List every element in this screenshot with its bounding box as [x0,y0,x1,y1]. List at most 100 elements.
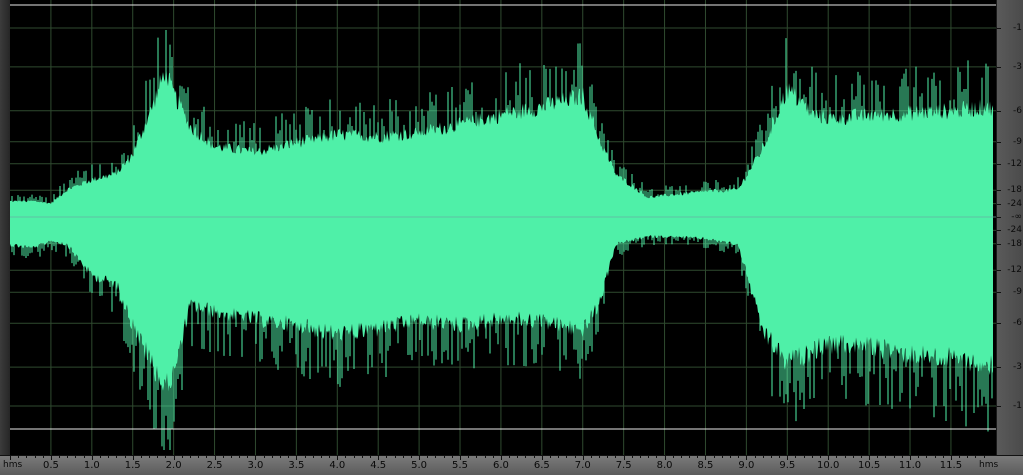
time-tick [386,456,387,458]
time-tick [354,456,355,458]
time-tick [92,456,93,460]
time-tick-label: 1.0 [83,460,100,471]
time-tick [370,456,371,458]
time-tick [280,456,281,458]
time-tick [35,456,36,458]
time-tick-label: 6.5 [533,460,550,471]
time-tick-label: 1.5 [124,460,141,471]
db-tick [997,217,1001,218]
time-tick [975,456,976,458]
db-tick [997,204,1001,205]
time-tick [460,456,461,460]
db-ruler: -1 -3 -6 -9 -12 -18 -24 -∞ -24 -18 -12 -9 -6 -3 -1 [996,0,1023,455]
time-tick [853,456,854,458]
time-tick [329,456,330,458]
time-tick [305,456,306,458]
db-tick [997,164,1001,165]
db-tick-label: -3 [1013,362,1022,373]
time-tick [591,456,592,458]
time-tick [321,456,322,458]
time-tick [476,456,477,458]
time-tick [182,456,183,458]
time-tick [255,456,256,460]
time-tick [714,456,715,458]
time-tick [959,456,960,458]
db-tick-label: -9 [1013,287,1022,298]
time-tick [51,456,52,460]
time-tick [84,456,85,458]
db-tick [997,406,1001,407]
time-tick [427,456,428,458]
time-tick-label: 2.0 [165,460,182,471]
db-tick-label: -∞ [1011,212,1022,222]
time-tick [624,456,625,460]
time-tick [705,456,706,460]
time-tick-label: 2.5 [206,460,223,471]
time-tick [206,456,207,458]
time-tick [894,456,895,458]
time-tick [485,456,486,458]
time-tick [599,456,600,458]
db-tick-label: -6 [1013,318,1022,329]
time-tick [984,456,985,458]
time-tick [550,456,551,458]
time-tick [517,456,518,458]
time-ruler[interactable]: hms hms 0.5 1.0 1.5 2.0 2.5 3.0 3.5 4.0 4.5 5.0 5.… [0,455,1023,475]
time-tick [378,456,379,460]
time-tick [558,456,559,458]
time-tick [861,456,862,458]
time-tick [730,456,731,458]
time-tick [697,456,698,458]
time-tick [75,456,76,458]
db-tick-label: -1 [1013,23,1022,34]
time-tick [681,456,682,458]
time-tick-label: 5.5 [452,460,468,471]
time-tick [910,456,911,460]
db-tick [997,270,1001,271]
time-tick [468,456,469,458]
time-tick [419,456,420,460]
time-tick [223,456,224,458]
time-tick [804,456,805,458]
time-tick [534,456,535,458]
time-tick [869,456,870,460]
db-tick [997,67,1001,68]
db-tick [997,111,1001,112]
time-tick-label: 11.5 [939,460,963,471]
db-tick [997,142,1001,143]
time-tick [288,456,289,458]
time-tick [165,456,166,458]
waveform-display[interactable] [0,0,996,455]
time-tick [943,456,944,458]
time-tick-label: 3.0 [247,460,264,471]
time-tick-label: 8.0 [656,460,673,471]
db-tick-label: -24 [1007,225,1022,236]
time-tick-label: 7.0 [574,460,591,471]
time-tick [264,456,265,458]
time-tick [10,456,11,460]
time-tick [665,456,666,460]
time-tick-label: 3.5 [288,460,305,471]
time-tick [828,456,829,460]
time-tick [836,456,837,458]
time-tick-label: 10.5 [857,460,881,471]
time-tick [141,456,142,458]
time-tick [795,456,796,458]
time-tick-label: 9.0 [738,460,755,471]
time-tick [198,456,199,458]
db-tick [997,28,1001,29]
time-tick [296,456,297,460]
time-tick [395,456,396,458]
db-tick-label: -9 [1013,136,1022,147]
time-tick [583,456,584,460]
time-tick [763,456,764,458]
time-tick [885,456,886,458]
time-tick [525,456,526,458]
time-tick [452,456,453,458]
time-tick [575,456,576,458]
time-tick [746,456,747,460]
time-tick [190,456,191,458]
time-tick [967,456,968,458]
db-tick [997,190,1001,191]
waveform-editor: -1 -3 -6 -9 -12 -18 -24 -∞ -24 -18 -12 -9 -6 -3 -1 hms… [0,0,1023,475]
